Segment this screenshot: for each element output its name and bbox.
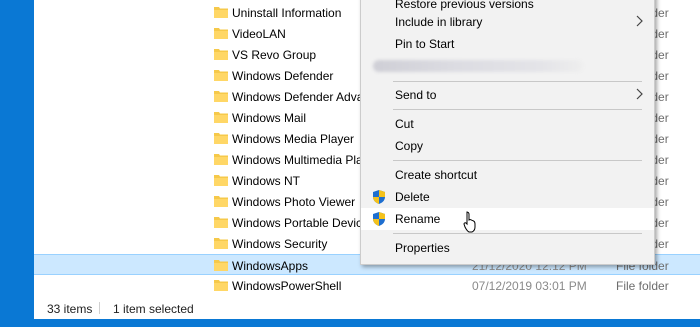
- file-explorer-window: Uninstall Information File folder VideoLAN…: [34, 0, 700, 319]
- file-type: File folder: [616, 279, 669, 293]
- menu-separator: [393, 233, 642, 234]
- item-count: 33 items: [47, 302, 93, 316]
- file-name: Windows Portable Devices: [232, 216, 362, 230]
- mouse-cursor-icon: [463, 211, 476, 233]
- folder-icon: [214, 49, 228, 60]
- file-name: VideoLAN: [232, 27, 286, 41]
- chevron-right-icon: [636, 15, 643, 27]
- file-name: Windows Mail: [232, 111, 307, 125]
- blurred-item: [373, 60, 583, 72]
- folder-icon: [214, 70, 228, 81]
- file-name: Windows Media Player: [232, 132, 355, 146]
- folder-icon: [214, 217, 228, 228]
- folder-icon: [214, 175, 228, 186]
- selection-count: 1 item selected: [113, 302, 194, 316]
- context-menu: Restore previous versions Include in lib…: [360, 0, 655, 265]
- folder-icon: [214, 196, 228, 207]
- status-bar: 33 items 1 item selected: [34, 296, 700, 319]
- file-name: Windows Security: [232, 237, 328, 251]
- folder-icon: [214, 260, 228, 271]
- menu-separator: [393, 81, 642, 82]
- menu-item-rename[interactable]: Rename: [361, 208, 654, 230]
- folder-icon: [214, 154, 228, 165]
- uac-shield-icon: [373, 190, 385, 204]
- menu-item-cut[interactable]: Cut: [361, 113, 654, 135]
- folder-icon: [214, 91, 228, 102]
- file-date: 07/12/2019 03:01 PM: [472, 279, 587, 293]
- status-divider: [99, 302, 100, 314]
- folder-icon: [214, 112, 228, 123]
- menu-item-blurred[interactable]: [361, 55, 654, 77]
- uac-shield-icon: [373, 212, 385, 226]
- menu-item-send-to[interactable]: Send to: [361, 84, 654, 106]
- file-name: WindowsPowerShell: [232, 279, 342, 293]
- folder-icon: [214, 28, 228, 39]
- file-name: Windows Multimedia Platform: [232, 153, 362, 167]
- menu-separator: [393, 160, 642, 161]
- file-name: Windows Defender Advanced Threat Protect…: [232, 90, 362, 104]
- file-name: Windows Photo Viewer: [232, 195, 356, 209]
- file-name: Windows NT: [232, 174, 301, 188]
- file-name: WindowsApps: [232, 259, 309, 273]
- menu-separator: [393, 109, 642, 110]
- menu-item-properties[interactable]: Properties: [361, 237, 654, 259]
- menu-item-include-in-library[interactable]: Include in library: [361, 11, 654, 33]
- menu-item-delete[interactable]: Delete: [361, 186, 654, 208]
- menu-item-copy[interactable]: Copy: [361, 135, 654, 157]
- menu-item-pin-to-start[interactable]: Pin to Start: [361, 33, 654, 55]
- file-name: VS Revo Group: [232, 48, 317, 62]
- folder-icon: [214, 133, 228, 144]
- file-row[interactable]: WindowsPowerShell 07/12/2019 03:01 PM File…: [34, 275, 700, 296]
- menu-item-create-shortcut[interactable]: Create shortcut: [361, 164, 654, 186]
- folder-icon: [214, 7, 228, 18]
- folder-icon: [214, 238, 228, 249]
- folder-icon: [214, 280, 228, 291]
- chevron-right-icon: [636, 88, 643, 100]
- file-name: Windows Defender: [232, 69, 334, 83]
- file-name: Uninstall Information: [232, 6, 342, 20]
